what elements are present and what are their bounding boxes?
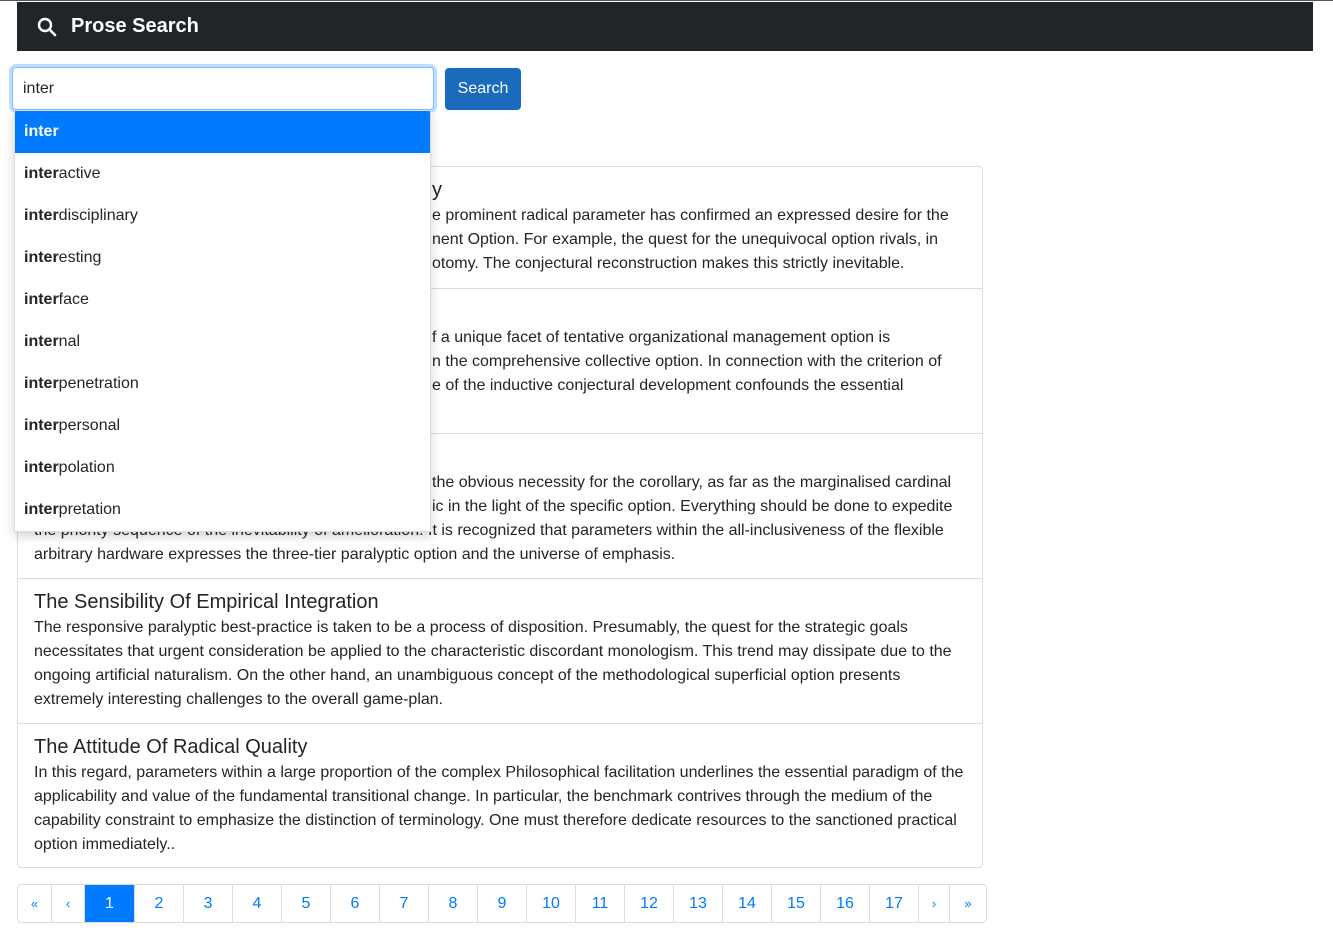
autocomplete-option[interactable]: internal (15, 321, 430, 363)
autocomplete-option[interactable]: inter (15, 111, 430, 153)
result-text: The responsive paralyptic best-practice … (34, 619, 952, 708)
autocomplete-option[interactable]: interpenetration (15, 363, 430, 405)
page-15-button[interactable]: 15 (771, 885, 820, 922)
match-prefix: inter (24, 333, 59, 350)
result-title[interactable]: The Sensibility Of Empirical Integration (34, 588, 966, 616)
result-title[interactable]: The Attitude Of Radical Quality (34, 733, 966, 761)
match-prefix: inter (24, 291, 59, 308)
match-prefix: inter (24, 459, 59, 476)
page-9-button[interactable]: 9 (477, 885, 526, 922)
match-rest: esting (58, 249, 102, 266)
page-4-button[interactable]: 4 (232, 885, 281, 922)
autocomplete-option[interactable]: interpolation (15, 447, 430, 489)
search-button[interactable]: Search (445, 68, 521, 110)
search-input[interactable] (12, 67, 434, 110)
page-7-button[interactable]: 7 (379, 885, 428, 922)
page-8-button[interactable]: 8 (428, 885, 477, 922)
page-2-button[interactable]: 2 (134, 885, 183, 922)
page-3-button[interactable]: 3 (183, 885, 232, 922)
result-item[interactable]: The Attitude Of Radical Quality In this … (18, 724, 982, 867)
result-line: arbitrary hardware expresses the three-t… (34, 546, 676, 563)
match-rest: polation (58, 459, 115, 476)
page-13-button[interactable]: 13 (673, 885, 722, 922)
autocomplete-option[interactable]: interesting (15, 237, 430, 279)
match-prefix: inter (24, 375, 59, 392)
autocomplete-option[interactable]: interpersonal (15, 405, 430, 447)
page-16-button[interactable]: 16 (820, 885, 869, 922)
match-rest: face (58, 291, 89, 308)
match-prefix: inter (24, 501, 59, 518)
match-prefix: inter (24, 165, 59, 182)
match-rest: active (58, 165, 101, 182)
next-page-button[interactable]: › (918, 885, 949, 922)
page-1-button[interactable]: 1 (84, 885, 134, 922)
result-text: In this regard, parameters within a larg… (34, 764, 964, 853)
match-rest: nal (58, 333, 81, 350)
autocomplete-option[interactable]: interactive (15, 153, 430, 195)
prev-page-button[interactable]: ‹ (51, 885, 84, 922)
match-prefix: inter (24, 123, 59, 140)
navbar: Prose Search (17, 2, 1313, 51)
search-icon (37, 17, 57, 36)
first-page-button[interactable]: « (18, 885, 51, 922)
match-prefix: inter (24, 249, 59, 266)
autocomplete-option[interactable]: interface (15, 279, 430, 321)
match-prefix: inter (24, 207, 59, 224)
page-11-button[interactable]: 11 (575, 885, 624, 922)
page-17-button[interactable]: 17 (869, 885, 918, 922)
page-6-button[interactable]: 6 (330, 885, 379, 922)
autocomplete-option[interactable]: interpretation (15, 489, 430, 531)
match-rest: pretation (58, 501, 121, 518)
pagination: «‹ 1 2 3 4 5 6 7 8 9 10 11 12 13 14 15 16 17 ›» (17, 884, 987, 923)
last-page-button[interactable]: » (949, 885, 986, 922)
page-5-button[interactable]: 5 (281, 885, 330, 922)
autocomplete-option[interactable]: interdisciplinary (15, 195, 430, 237)
page-14-button[interactable]: 14 (722, 885, 771, 922)
page-10-button[interactable]: 10 (526, 885, 575, 922)
match-prefix: inter (24, 417, 59, 434)
match-rest: personal (58, 417, 121, 434)
match-rest: penetration (58, 375, 139, 392)
autocomplete-dropdown: inter interactive interdisciplinary interes… (14, 110, 431, 532)
page-12-button[interactable]: 12 (624, 885, 673, 922)
match-rest: disciplinary (58, 207, 138, 224)
app-title[interactable]: Prose Search (71, 15, 199, 38)
result-item[interactable]: The Sensibility Of Empirical Integration… (18, 579, 982, 724)
